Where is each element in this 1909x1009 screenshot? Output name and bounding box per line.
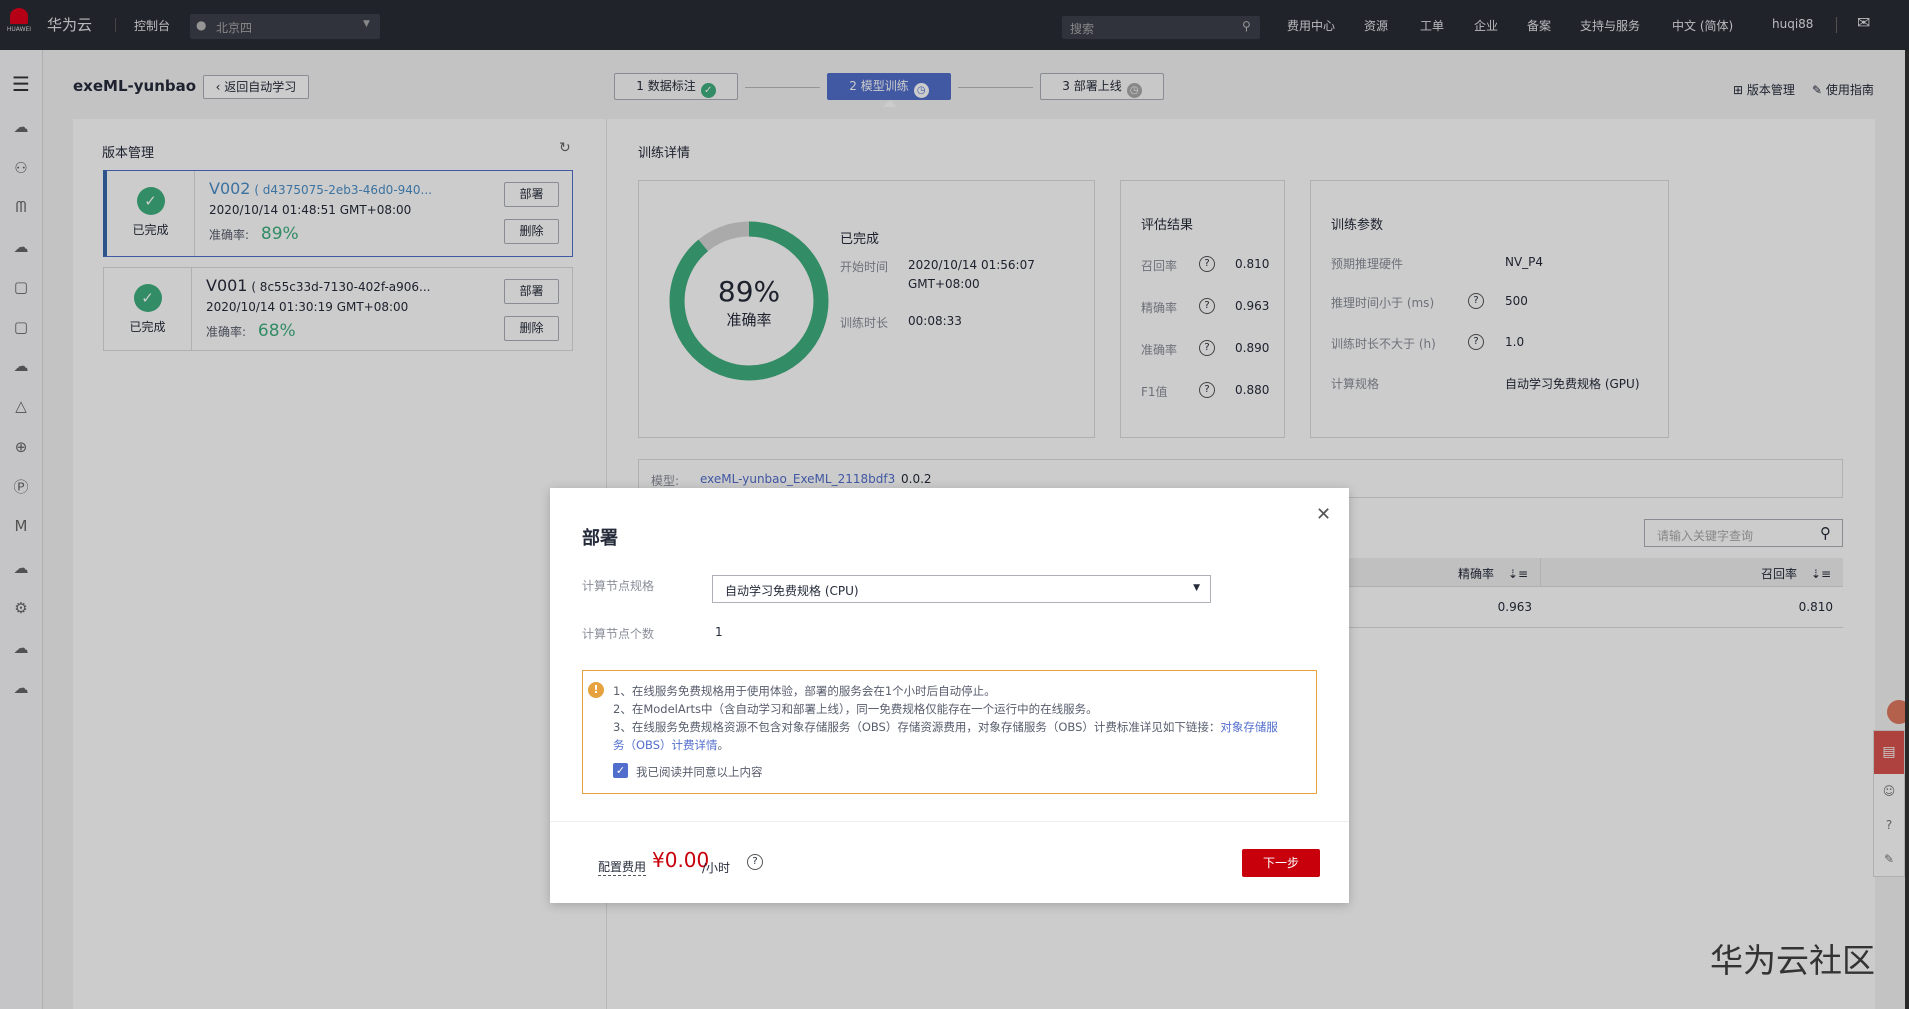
obs-pricing-link[interactable]: 务（OBS）计费详情 [613,738,718,752]
deploy-dialog: 部署 ✕ 计算节点规格 自动学习免费规格 (CPU) ▼ 计算节点个数 1 ! … [550,488,1349,903]
chevron-down-icon: ▼ [1193,583,1200,593]
spec-select[interactable]: 自动学习免费规格 (CPU) ▼ [712,575,1211,603]
help-icon[interactable]: ? [747,854,763,870]
fee-label[interactable]: 配置费用 [598,858,647,876]
fee-value: ¥0.00 [652,848,710,872]
warning-icon: ! [588,682,604,698]
notice-box: ! 1、在线服务免费规格用于使用体验，部署的服务会在1个小时后自动停止。 2、在… [582,670,1317,794]
dialog-title: 部署 [582,528,618,549]
next-button[interactable]: 下一步 [1242,849,1320,877]
agree-checkbox[interactable]: ✓ [613,763,628,778]
obs-pricing-link[interactable]: 对象存储服 [1220,720,1278,734]
watermark: 华为云社区 [1710,941,1875,980]
close-icon[interactable]: ✕ [1316,504,1331,525]
